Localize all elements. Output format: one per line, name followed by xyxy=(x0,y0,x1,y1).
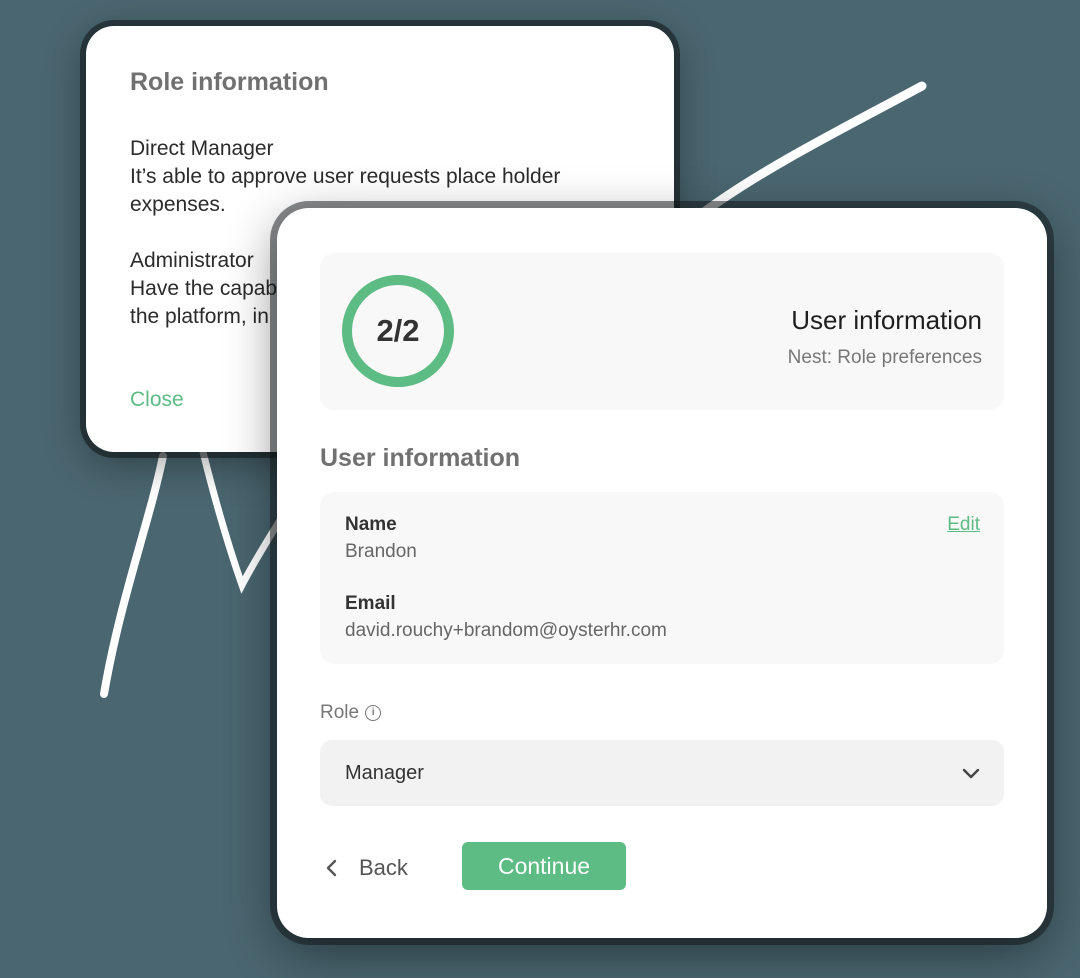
role-entry-name: Direct Manager xyxy=(130,137,274,160)
name-value: Brandon xyxy=(345,541,417,562)
user-info-panel: Name Brandon Edit Email david.rouchy+bra… xyxy=(320,492,1004,664)
role-info-title: Role information xyxy=(130,68,329,96)
progress-step-label: 2/2 xyxy=(376,313,420,348)
back-button[interactable]: Back xyxy=(325,848,408,888)
continue-button[interactable]: Continue xyxy=(462,842,626,890)
user-information-card: 2/2 User information Nest: Role preferen… xyxy=(277,208,1047,938)
progress-subheading: Nest: Role preferences xyxy=(787,347,982,368)
name-label: Name xyxy=(345,514,397,535)
email-label: Email xyxy=(345,593,396,614)
chevron-left-icon xyxy=(326,859,337,877)
role-select-value: Manager xyxy=(345,762,424,784)
chevron-down-icon xyxy=(962,768,980,779)
role-entry-direct-manager: Direct Manager It’s able to approve user… xyxy=(130,135,630,219)
edit-link[interactable]: Edit xyxy=(947,514,980,536)
close-button[interactable]: Close xyxy=(130,388,184,412)
progress-heading: User information xyxy=(791,305,982,335)
role-select[interactable]: Manager xyxy=(320,740,1004,806)
role-field-label: Role i xyxy=(320,702,382,724)
back-label: Back xyxy=(359,855,408,880)
section-title: User information xyxy=(320,444,521,472)
progress-panel: 2/2 User information Nest: Role preferen… xyxy=(320,253,1004,410)
info-icon[interactable]: i xyxy=(365,705,382,721)
role-label-text: Role xyxy=(320,702,360,723)
email-value: david.rouchy+brandom@oysterhr.com xyxy=(345,620,667,641)
